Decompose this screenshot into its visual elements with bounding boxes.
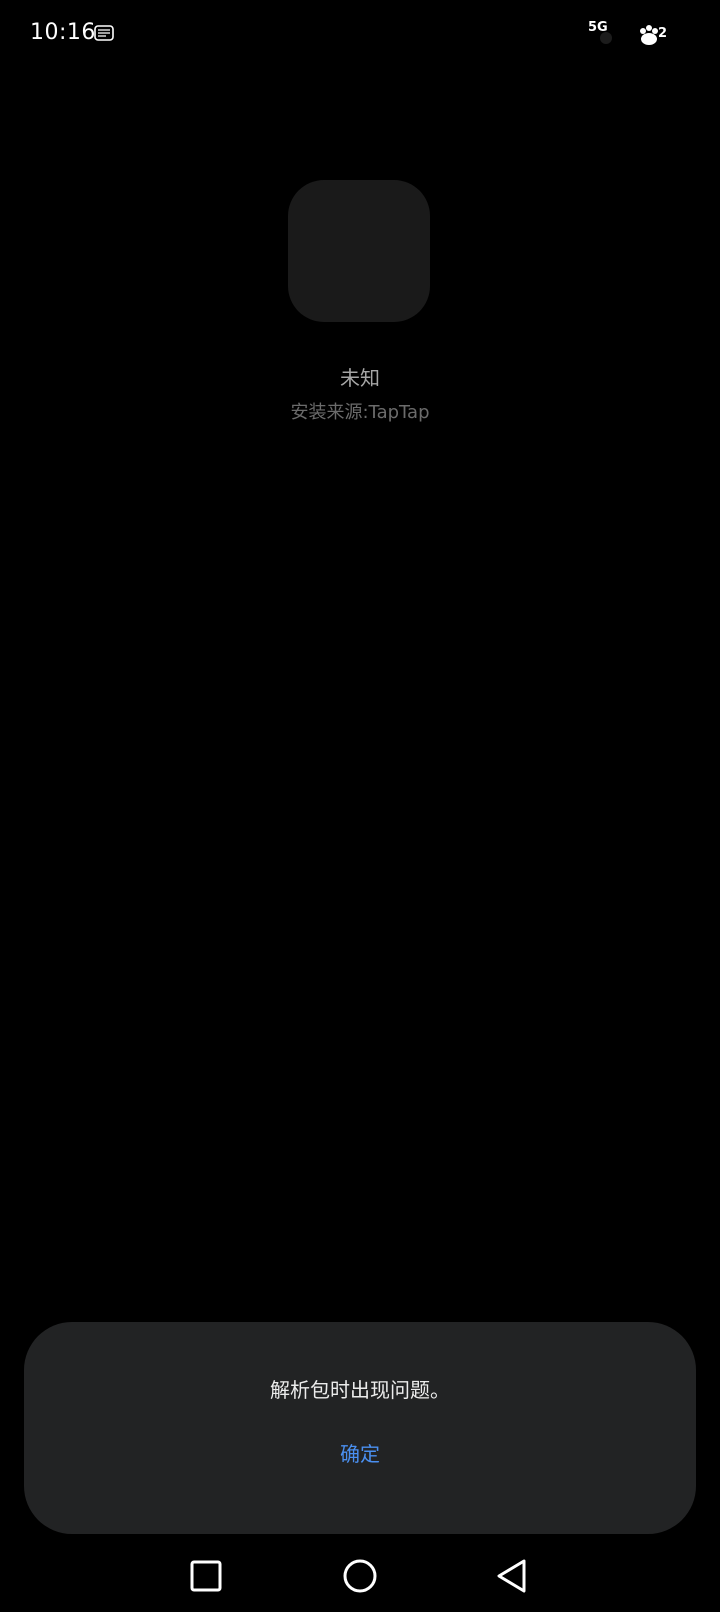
battery-level: 2 xyxy=(658,26,668,41)
app-placeholder-icon xyxy=(288,180,430,322)
notification-app-icon xyxy=(94,25,114,41)
dialog-message: 解析包时出现问题。 xyxy=(270,1378,450,1402)
confirm-button[interactable]: 确定 xyxy=(310,1430,410,1478)
circle-icon[interactable] xyxy=(336,1552,384,1600)
install-source: 安装来源:TapTap xyxy=(290,402,430,423)
status-time: 10:16 xyxy=(30,20,96,45)
signal-icon xyxy=(600,32,612,44)
square-icon[interactable] xyxy=(182,1552,230,1600)
app-name: 未知 xyxy=(340,366,380,390)
status-bar: 10:16 5G 2 xyxy=(0,0,720,70)
navigation-bar xyxy=(0,1540,720,1612)
error-dialog: 解析包时出现问题。 确定 xyxy=(24,1322,696,1534)
triangle-back-icon[interactable] xyxy=(488,1552,536,1600)
